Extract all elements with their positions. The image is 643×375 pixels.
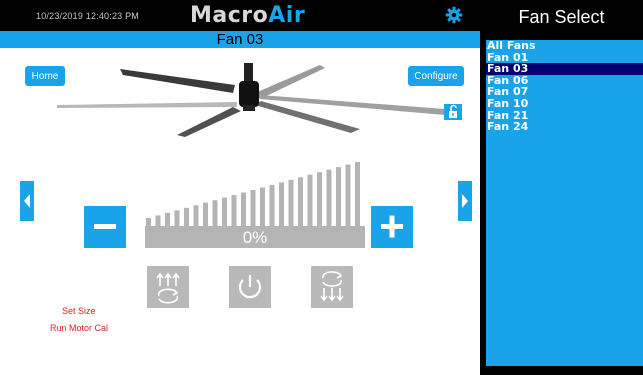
speed-percentage: 0% (145, 226, 365, 248)
unlock-icon[interactable] (444, 104, 462, 120)
speed-bar[interactable] (336, 167, 341, 226)
configure-button[interactable]: Configure (408, 66, 464, 86)
power-button[interactable] (229, 266, 271, 308)
fan-select-header: Fan Select (480, 0, 643, 36)
fan-select-title: Fan Select (518, 7, 605, 27)
macroair-logo: MacroAir (190, 3, 305, 28)
speed-bar[interactable] (269, 184, 275, 226)
speed-bar[interactable] (222, 197, 227, 226)
speed-bar[interactable] (165, 212, 170, 226)
top-bar: 10/23/2019 12:40:23 PM MacroAir (0, 0, 480, 31)
speed-bar[interactable] (279, 182, 284, 226)
speed-bar[interactable] (260, 187, 265, 226)
speed-bar[interactable] (155, 215, 161, 226)
forward-direction-button[interactable] (147, 266, 189, 308)
fan-list-item[interactable]: All Fans (486, 40, 643, 52)
speed-bar[interactable] (212, 200, 218, 226)
speed-level-bars[interactable] (145, 162, 365, 226)
logo-accent: Air (268, 3, 306, 28)
speed-bar[interactable] (231, 195, 237, 226)
minus-icon (94, 224, 116, 229)
plus-button[interactable] (371, 206, 413, 248)
power-icon (238, 275, 262, 299)
reverse-direction-icon (320, 271, 344, 302)
speed-bar[interactable] (203, 202, 208, 226)
speed-bar[interactable] (298, 177, 303, 226)
right-arrow-icon[interactable] (458, 181, 472, 221)
speed-bar[interactable] (307, 174, 313, 226)
set-size-link[interactable]: Set Size (62, 306, 96, 316)
gear-icon[interactable] (445, 6, 463, 24)
run-motor-cal-link[interactable]: Run Motor Cal (50, 323, 108, 333)
speed-bar[interactable] (174, 210, 180, 226)
speed-bar[interactable] (355, 162, 360, 226)
speed-bar[interactable] (250, 190, 256, 226)
fan-list-item[interactable]: Fan 10 (486, 98, 643, 110)
logo-main: Macro (190, 3, 269, 28)
fan-list-item[interactable]: Fan 24 (486, 121, 643, 133)
speed-bar[interactable] (317, 172, 322, 226)
left-arrow-icon[interactable] (20, 181, 34, 221)
forward-direction-icon (156, 272, 180, 304)
speed-bar[interactable] (184, 207, 189, 226)
speed-bar[interactable] (146, 218, 151, 226)
speed-bar[interactable] (288, 179, 294, 226)
speed-bar[interactable] (193, 205, 199, 226)
minus-button[interactable] (84, 206, 126, 248)
fan-title-bar: Fan 03 (0, 31, 480, 48)
fan-list[interactable]: All Fans Fan 01 Fan 03 Fan 06 Fan 07 Fan 10 Fa… (486, 40, 643, 366)
timestamp: 10/23/2019 12:40:23 PM (36, 11, 139, 21)
reverse-direction-button[interactable] (311, 266, 353, 308)
speed-bar[interactable] (326, 169, 332, 226)
fan-title: Fan 03 (216, 31, 264, 48)
speed-bar[interactable] (345, 164, 351, 226)
fan-illustration (57, 63, 445, 137)
fan-select-panel: All Fans Fan 01 Fan 03 Fan 06 Fan 07 Fan 10 Fa… (480, 36, 643, 375)
plus-icon (381, 215, 403, 238)
home-button[interactable]: Home (25, 66, 65, 86)
speed-bar[interactable] (241, 192, 246, 226)
